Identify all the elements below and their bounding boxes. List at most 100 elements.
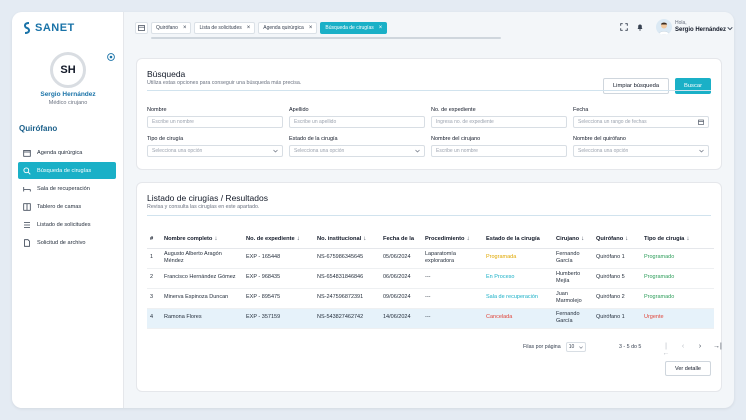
column-header-label: No. de expediente xyxy=(246,236,295,243)
close-icon[interactable]: × xyxy=(183,25,187,31)
room-cell: Quirófano 1 xyxy=(593,308,641,329)
table-row[interactable]: 1 Augusto Alberto Aragón Méndez EXP - 1654… xyxy=(147,248,714,269)
placeholder-text: Escribe un nombre xyxy=(152,119,194,125)
surgery-type-cell: Programado xyxy=(641,288,714,309)
rows-per-page-select[interactable]: 10 xyxy=(565,342,586,352)
column-header-label: No. institucional xyxy=(317,236,362,243)
column-header[interactable]: No. de expediente ↓ xyxy=(243,231,314,249)
logo-text: SANET xyxy=(35,22,75,34)
sidebar-item-tablero[interactable]: Tablero de camas xyxy=(18,198,116,215)
close-icon[interactable]: × xyxy=(247,25,251,31)
cirujano-input[interactable]: Escribe un nombre xyxy=(431,145,567,157)
tabs-menu-button[interactable] xyxy=(135,22,148,34)
divider xyxy=(147,215,711,216)
tabs-scrollbar[interactable] xyxy=(151,37,501,39)
sidebar-item-recuperacion[interactable]: Sala de recuperación xyxy=(18,180,116,197)
logo-icon xyxy=(23,22,31,34)
placeholder-text: Escribe un nombre xyxy=(436,148,478,154)
sidebar-item-label: Agenda quirúrgica xyxy=(37,149,83,156)
column-header[interactable]: Procedimiento ↓ xyxy=(422,231,483,249)
next-page-icon[interactable]: › xyxy=(696,343,704,357)
sort-arrow-icon[interactable]: ↓ xyxy=(686,236,689,242)
search-button[interactable]: Buscar xyxy=(675,78,711,94)
last-page-icon[interactable]: →| xyxy=(713,343,722,357)
date-cell: 06/06/2024 xyxy=(380,268,422,289)
search-panel: Búsqueda Utiliza estas opciones para con… xyxy=(136,58,722,170)
row-number-cell: 4 xyxy=(147,308,161,329)
column-header-label: Nombre completo xyxy=(164,236,213,243)
first-page-icon[interactable]: |← xyxy=(662,343,670,357)
user-avatar[interactable] xyxy=(656,19,672,35)
column-header[interactable]: Cirujano ↓ xyxy=(553,231,593,249)
results-table: # Nombre completo ↓ No. de expediente ↓ No… xyxy=(147,231,714,329)
close-icon[interactable]: × xyxy=(379,25,383,31)
procedure-cell: --- xyxy=(422,268,483,289)
tabs-icon xyxy=(138,25,145,31)
quirofano-select[interactable]: Selecciona una opción xyxy=(573,145,709,157)
tab-lista-solicitudes[interactable]: Lista de solicitudes × xyxy=(194,22,256,34)
apellido-input[interactable]: Escribe un apellido xyxy=(289,116,425,128)
table-row[interactable]: 4 Ramona Flores EXP - 357159 NS-54382746274… xyxy=(147,308,714,329)
column-header[interactable]: Estado de la cirugía xyxy=(483,231,553,249)
placeholder-text: Ingresa no. de expediente xyxy=(436,119,494,125)
column-header[interactable]: Nombre completo ↓ xyxy=(161,231,243,249)
placeholder-text: Escribe un apellido xyxy=(294,119,337,125)
field-label: Estado de la cirugía xyxy=(289,136,338,142)
expediente-input[interactable]: Ingresa no. de expediente xyxy=(431,116,567,128)
field-label: Nombre del cirujano xyxy=(431,136,481,142)
user-role: Médico cirujano xyxy=(48,100,88,106)
sort-arrow-icon[interactable]: ↓ xyxy=(467,236,470,242)
fullscreen-icon[interactable] xyxy=(620,23,628,31)
avatar[interactable]: SH xyxy=(50,52,86,88)
tab-agenda-quirurgica[interactable]: Agenda quirúrgica × xyxy=(258,22,318,34)
results-subtitle: Revisa y consulta las cirugías en este a… xyxy=(147,204,260,210)
field-label: No. de expediente xyxy=(431,107,476,113)
sidebar-item-agenda[interactable]: Agenda quirúrgica xyxy=(18,144,116,161)
sort-arrow-icon[interactable]: ↓ xyxy=(297,236,300,242)
view-detail-button[interactable]: Ver detalle xyxy=(665,361,711,376)
column-header-label: # xyxy=(150,236,154,243)
avatar-initials: SH xyxy=(50,52,86,88)
close-icon[interactable]: × xyxy=(309,25,313,31)
table-row[interactable]: 2 Francisco Hernández Gómez EXP - 968435 NS… xyxy=(147,268,714,289)
date-cell: 14/06/2024 xyxy=(380,308,422,329)
clear-search-button[interactable]: Limpiar búsqueda xyxy=(603,78,669,94)
sidebar-item-solicitudes[interactable]: Listado de solicitudes xyxy=(18,216,116,233)
sidebar-item-busqueda[interactable]: Búsqueda de cirugías xyxy=(18,162,116,179)
nombre-input[interactable]: Escribe un nombre xyxy=(147,116,283,128)
sort-arrow-icon[interactable]: ↓ xyxy=(363,236,366,242)
estado-cirugia-select[interactable]: Selecciona una opción xyxy=(289,145,425,157)
tipo-cirugia-select[interactable]: Selecciona una opción xyxy=(147,145,283,157)
column-header[interactable]: Tipo de cirugía ↓ xyxy=(641,231,714,249)
prev-page-icon[interactable]: ‹ xyxy=(679,343,687,357)
sort-arrow-icon[interactable]: ↓ xyxy=(214,236,217,242)
sort-arrow-icon[interactable]: ↓ xyxy=(625,236,628,242)
table-row[interactable]: 3 Minerva Espinoza Duncan EXP - 895475 NS-2… xyxy=(147,288,714,309)
calendar-icon xyxy=(23,149,31,157)
tab-quirofano[interactable]: Quirófano × xyxy=(151,22,192,34)
tab-busqueda-cirugias[interactable]: Búsqueda de cirugías × xyxy=(320,22,388,34)
column-header[interactable]: Quirófano ↓ xyxy=(593,231,641,249)
calendar-icon[interactable] xyxy=(698,119,704,125)
sidebar: SANET SH Sergio Hernández Médico cirujan… xyxy=(12,12,124,408)
institutional-cell: NS-675986345645 xyxy=(314,248,380,269)
surgery-type-cell: Programado xyxy=(641,268,714,289)
column-header[interactable]: No. institucional ↓ xyxy=(314,231,380,249)
bed-icon xyxy=(23,186,31,191)
column-header[interactable]: Fecha de la xyxy=(380,231,422,249)
surgeon-cell: Humberto Mejía xyxy=(553,268,593,289)
expediente-cell: EXP - 165448 xyxy=(243,248,314,269)
sort-arrow-icon[interactable]: ↓ xyxy=(581,236,584,242)
sidebar-item-archivo[interactable]: Solicitud de archivo xyxy=(18,234,116,251)
chevron-down-icon[interactable] xyxy=(727,26,733,31)
search-icon xyxy=(23,166,31,175)
column-header[interactable]: # xyxy=(147,231,161,249)
placeholder-text: Selecciona una opción xyxy=(294,148,345,154)
pagination-nav: |← ‹ › →| xyxy=(662,343,722,357)
bell-icon[interactable] xyxy=(636,23,644,31)
gear-icon[interactable] xyxy=(107,53,115,61)
pagination-range: 3 - 5 do 5 xyxy=(619,344,642,350)
field-cirujano: Nombre del cirujano Escribe un nombre xyxy=(431,136,567,157)
fecha-input[interactable]: Selecciona un rango de fechas xyxy=(573,116,709,128)
procedure-cell: Laparatomía exploradora xyxy=(422,248,483,269)
